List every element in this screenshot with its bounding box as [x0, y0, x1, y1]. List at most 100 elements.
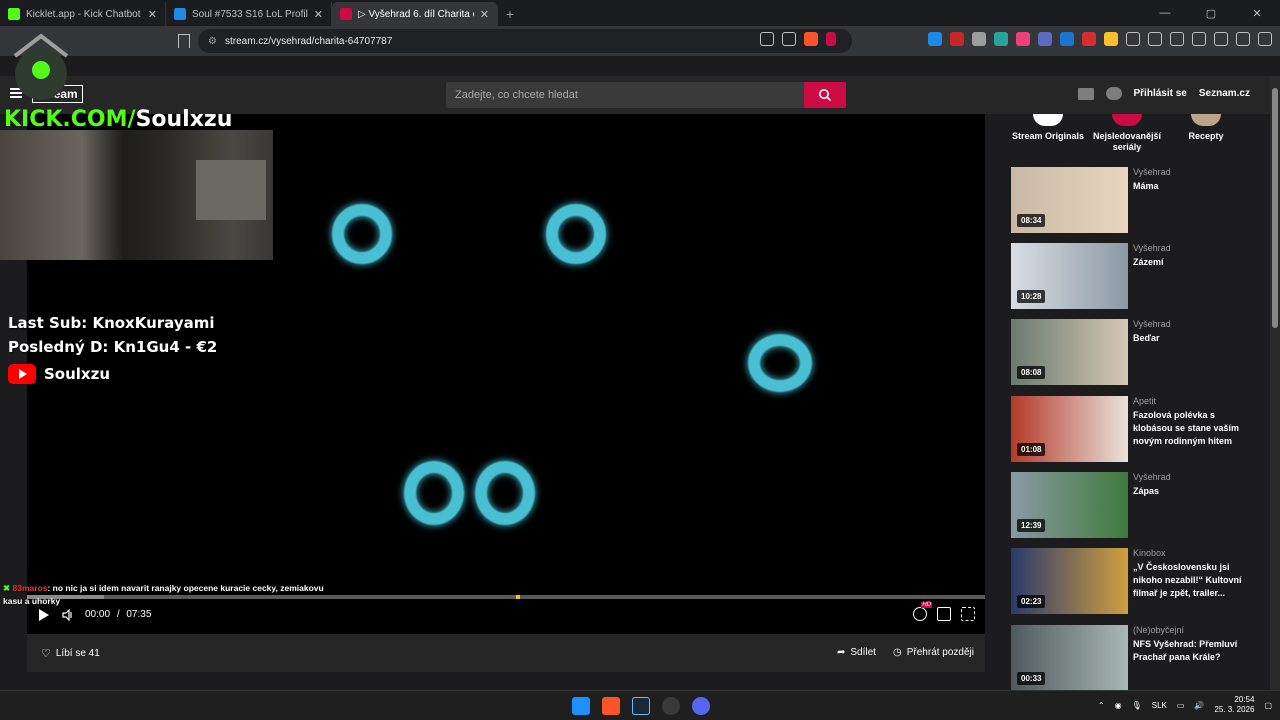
video-title[interactable]: Máma: [1133, 180, 1251, 193]
clock-date: 25. 3. 2026: [1214, 705, 1255, 714]
extension-icon[interactable]: [1060, 32, 1074, 46]
sidebar-icon[interactable]: [1192, 32, 1206, 46]
windows-start-icon[interactable]: [572, 697, 590, 715]
mail-icon[interactable]: [1077, 87, 1094, 100]
language-indicator[interactable]: SLK: [1152, 701, 1167, 710]
related-video-item[interactable]: 08:34 Vyšehrad Máma: [1011, 167, 1261, 237]
fullscreen-icon[interactable]: [961, 607, 975, 621]
browser-tab-stream[interactable]: ▷ Vyšehrad 6. díl Charita online ✕: [332, 2, 498, 26]
extension-icon[interactable]: [1126, 32, 1140, 46]
login-link[interactable]: Přihlásit se: [1134, 88, 1187, 99]
translate-icon[interactable]: [760, 32, 774, 46]
extension-icon[interactable]: [1082, 32, 1096, 46]
volume-icon[interactable]: [62, 609, 74, 621]
bookmark-icon[interactable]: [178, 34, 190, 48]
address-bar-actions: [760, 32, 836, 46]
chat-bubble-icon[interactable]: [1105, 87, 1122, 100]
extension-icon[interactable]: [972, 32, 986, 46]
address-bar[interactable]: ⚙ stream.cz/vysehrad/charita-64707787: [198, 29, 852, 53]
vpn-icon[interactable]: [1258, 32, 1272, 46]
share-button[interactable]: ➦ Sdílet: [837, 647, 876, 658]
close-tab-icon[interactable]: ✕: [480, 8, 489, 21]
video-title[interactable]: Zázemí: [1133, 256, 1251, 269]
extension-icon[interactable]: [1148, 32, 1162, 46]
category-stream-originals[interactable]: Stream Originals: [1008, 114, 1088, 142]
browser-tab-kicklet[interactable]: Kicklet.app - Kick Chatbot and Overlay ✕: [0, 2, 166, 26]
video-thumbnail[interactable]: 01:08: [1011, 396, 1128, 462]
search-input[interactable]: [446, 82, 804, 108]
related-video-item[interactable]: 12:39 Vyšehrad Zápas: [1011, 472, 1261, 542]
video-thumbnail[interactable]: 08:08: [1011, 319, 1128, 385]
category-series[interactable]: Nejsledovanější seriály: [1087, 114, 1167, 153]
video-title[interactable]: „V Československu jsi nikoho nezabil!“ K…: [1133, 561, 1251, 600]
brave-icon[interactable]: [602, 697, 620, 715]
clock[interactable]: 20:54 25. 3. 2026: [1214, 695, 1254, 715]
category-label: Recepty: [1188, 131, 1224, 141]
close-tab-icon[interactable]: ✕: [314, 8, 323, 21]
video-source: Apetit: [1133, 396, 1157, 406]
youtube-name: Soulxzu: [44, 365, 111, 383]
brave-shields-icon[interactable]: [804, 32, 818, 46]
video-ring-shape: [404, 461, 464, 525]
related-video-item[interactable]: 00:33 (Ne)obyčejní NFS Vyšehrad: Přemluv…: [1011, 625, 1261, 690]
search-button[interactable]: [804, 82, 846, 108]
related-video-item[interactable]: 08:08 Vyšehrad Beďar: [1011, 319, 1261, 389]
watch-later-button[interactable]: ◷ Přehrát později: [893, 647, 974, 658]
recipes-icon: [1191, 114, 1221, 126]
tab-title: ▷ Vyšehrad 6. díl Charita online: [358, 8, 474, 20]
settings-gear-icon[interactable]: HD: [913, 602, 932, 621]
extension-icon[interactable]: [994, 32, 1008, 46]
share-icon[interactable]: [782, 32, 796, 46]
video-title[interactable]: Zápas: [1133, 485, 1251, 498]
minimize-icon[interactable]: —: [1142, 0, 1188, 26]
page-scrollbar[interactable]: [1270, 76, 1280, 690]
browser-toolbar: ⚙ stream.cz/vysehrad/charita-64707787 ≡: [0, 26, 1280, 56]
new-tab-button[interactable]: +: [498, 6, 522, 26]
maximize-icon[interactable]: ▢: [1188, 0, 1234, 26]
video-thumbnail[interactable]: 12:39: [1011, 472, 1128, 538]
microphone-icon[interactable]: 🎙: [1132, 701, 1142, 710]
speaker-icon[interactable]: 🔊: [1194, 701, 1204, 710]
close-window-icon[interactable]: ✕: [1234, 0, 1280, 26]
browser-tab-porofessor[interactable]: Soul #7533 S16 LoL Profile (EUN) | Porof…: [166, 2, 332, 26]
page-top-strip: [0, 56, 1280, 76]
steam-icon[interactable]: [632, 697, 650, 715]
video-title[interactable]: NFS Vyšehrad: Přemluví Prachař pana Král…: [1133, 638, 1251, 664]
notifications-icon[interactable]: ▢: [1264, 701, 1272, 710]
wallet-icon[interactable]: [1214, 32, 1228, 46]
related-video-item[interactable]: 01:08 Apetit Fazolová polévka s klobásou…: [1011, 396, 1261, 466]
tray-chevron-icon[interactable]: ⌃: [1098, 701, 1105, 710]
like-button[interactable]: ♡ Líbí se 41: [41, 647, 100, 660]
video-thumbnail[interactable]: 10:28: [1011, 243, 1128, 309]
scrollbar-thumb[interactable]: [1272, 88, 1278, 328]
discord-tray-icon[interactable]: ◉: [1115, 701, 1122, 710]
current-time: 00:00: [85, 609, 111, 620]
cast-icon[interactable]: [937, 607, 951, 621]
network-icon[interactable]: ▭: [1177, 701, 1185, 710]
related-video-item[interactable]: 02:23 Kinobox „V Československu jsi niko…: [1011, 548, 1261, 618]
video-title[interactable]: Beďar: [1133, 332, 1251, 345]
video-thumbnail[interactable]: 08:34: [1011, 167, 1128, 233]
category-recipes[interactable]: Recepty: [1166, 114, 1246, 142]
play-icon[interactable]: [39, 609, 49, 621]
extension-icon[interactable]: [1038, 32, 1052, 46]
discord-icon[interactable]: [692, 697, 710, 715]
site-settings-icon[interactable]: ⚙: [208, 36, 217, 47]
close-tab-icon[interactable]: ✕: [148, 8, 157, 21]
extension-icon[interactable]: [1016, 32, 1030, 46]
adblock-icon[interactable]: [950, 32, 964, 46]
video-source: Vyšehrad: [1133, 167, 1171, 177]
related-video-item[interactable]: 10:28 Vyšehrad Zázemí: [1011, 243, 1261, 313]
video-thumbnail[interactable]: 00:33: [1011, 625, 1128, 690]
search-icon: [819, 89, 832, 102]
extension-icon[interactable]: [928, 32, 942, 46]
obs-icon[interactable]: [662, 697, 680, 715]
leo-ai-icon[interactable]: [1236, 32, 1250, 46]
music-icon[interactable]: [1170, 32, 1184, 46]
brave-rewards-icon[interactable]: [826, 32, 836, 46]
seznam-link[interactable]: Seznam.cz: [1199, 88, 1250, 99]
video-title[interactable]: Fazolová polévka s klobásou se stane vaš…: [1133, 409, 1251, 448]
youtube-icon: [8, 364, 36, 384]
extension-icon[interactable]: [1104, 32, 1118, 46]
video-thumbnail[interactable]: 02:23: [1011, 548, 1128, 614]
